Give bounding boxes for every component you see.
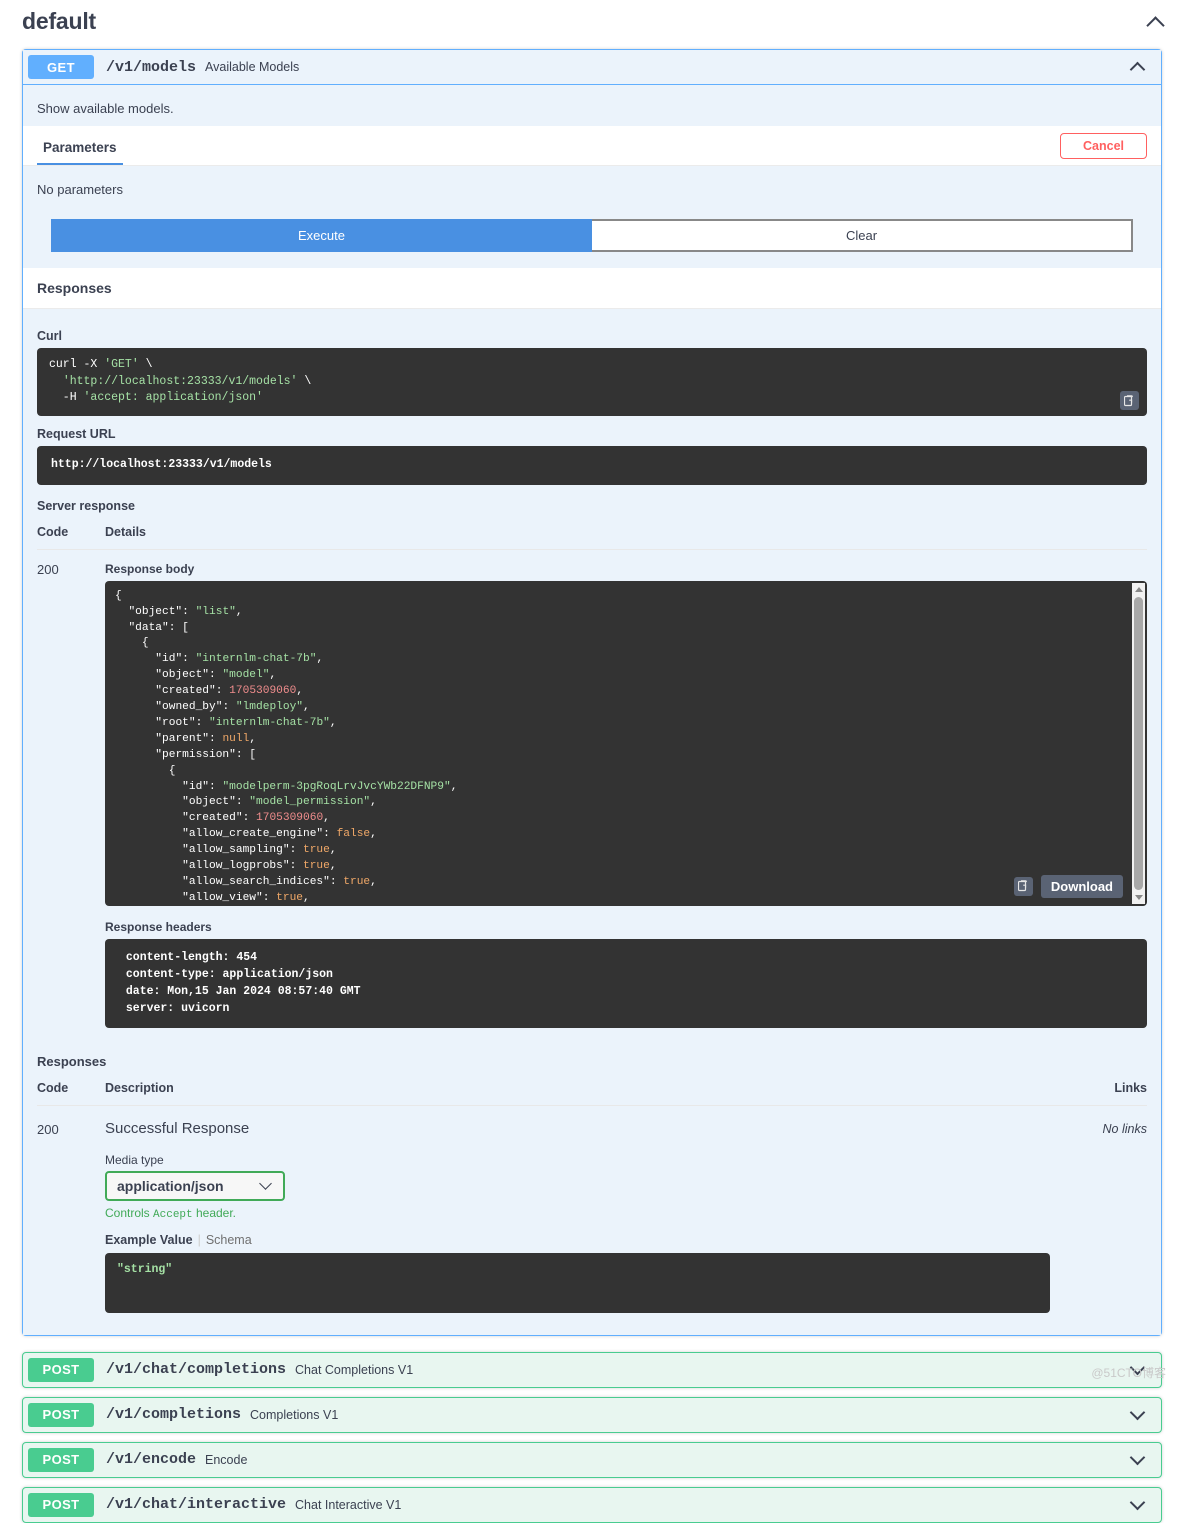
controls-accept-suffix: header. [192,1205,237,1220]
table-row: 200 Successful Response Media type appli… [37,1105,1147,1317]
media-type-label: Media type [105,1152,164,1167]
media-type-select[interactable]: application/json [105,1170,285,1201]
responses-heading-bar: Responses [23,268,1161,309]
request-url-label: Request URL [37,427,116,442]
chevron-down-icon[interactable] [1129,1495,1149,1515]
accept-header-code: Accept [153,1208,193,1221]
curl-line-1: curl -X 'GET' \ [49,358,153,371]
server-status-code: 200 [37,561,59,577]
parameters-tab-row: Parameters Cancel [23,126,1161,166]
response-headers-box: content-length: 454 content-type: applic… [105,938,1147,1028]
operation-summary-text: Chat Interactive V1 [295,1497,402,1512]
operation-summary-text: Encode [205,1452,248,1467]
media-type-value: application/json [117,1177,224,1194]
response-body-actions: Download [1013,874,1123,898]
column-header-code: Code [37,518,105,550]
documented-responses-table: Code Description Links 200 Successful Re… [37,1074,1147,1317]
clear-button[interactable]: Clear [592,219,1133,252]
cancel-button[interactable]: Cancel [1060,132,1147,159]
controls-accept-hint: Controls Accept header. [105,1206,1100,1221]
operation-summary-text: Chat Completions V1 [295,1362,414,1377]
operation-body: Show available models. Parameters Cancel… [23,85,1161,1335]
execute-clear-row: Execute Clear [23,219,1161,268]
table-row: 200 Response body { "object": "list", "d… [37,549,1147,1032]
no-links-text: No links [1102,1121,1147,1136]
operation-path: /v1/chat/completions [106,1361,287,1379]
controls-accept-prefix: Controls [105,1205,154,1220]
operation-block-post-3[interactable]: POST/v1/chat/interactive Chat Interactive… [22,1486,1162,1523]
tab-parameters[interactable]: Parameters [37,126,123,165]
example-schema-tabs: Example Value | Schema [105,1233,1100,1247]
tab-example-value[interactable]: Example Value [105,1233,193,1247]
operation-summary-text: Completions V1 [250,1407,339,1422]
copy-to-clipboard-icon[interactable] [1120,391,1139,411]
chevron-down-icon[interactable] [1129,1405,1149,1425]
tab-schema[interactable]: Schema [206,1233,252,1247]
curl-label: Curl [37,329,62,343]
page-title: default [22,8,96,34]
operation-summary[interactable]: GET /v1/models Available Models [23,50,1161,85]
copy-to-clipboard-icon[interactable] [1013,876,1033,896]
responses2-heading: Responses [37,1053,107,1069]
column-header-details: Details [105,518,1147,550]
chevron-down-icon[interactable] [1129,1360,1149,1380]
table-header-row: Code Details [37,518,1147,550]
download-button[interactable]: Download [1040,874,1123,898]
server-response-label: Server response [37,498,135,513]
scrollbar-thumb[interactable] [1134,596,1143,890]
operation-block-post-1[interactable]: POST/v1/completions Completions V1 [22,1396,1162,1433]
table-header-row: Code Description Links [37,1074,1147,1106]
curl-line-2: 'http://localhost:23333/v1/models' \ [62,374,312,388]
scroll-down-arrow-icon[interactable] [1132,891,1145,904]
response-headers-label: Response headers [105,919,212,934]
operation-path: /v1/models [106,58,197,76]
server-response-table: Code Details 200 Response body { "object… [37,518,1147,1032]
operation-block-post-2[interactable]: POST/v1/encode Encode [22,1441,1162,1478]
tag-header[interactable]: default [0,0,1184,49]
chevron-down-icon [259,1177,272,1191]
scroll-up-arrow-icon[interactable] [1132,583,1145,596]
response-body-box: { "object": "list", "data": [ { "id": "i… [105,580,1147,906]
response-body-scrollbar[interactable] [1132,582,1145,904]
http-method-badge: POST [28,1357,94,1382]
response-description-cell: Successful Response Media type applicati… [105,1105,1100,1317]
server-response-details: Response body { "object": "list", "data"… [105,549,1147,1032]
response-body-json: { "object": "list", "data": [ { "id": "i… [115,589,458,904]
response-links-cell: No links [1100,1105,1147,1317]
operation-block-post-0[interactable]: POST/v1/chat/completions Chat Completions… [22,1351,1162,1388]
operation-path: /v1/completions [106,1406,242,1424]
operation-description: Show available models. [37,101,174,116]
no-parameters-text: No parameters [23,166,1161,219]
response-description: Successful Response [105,1119,250,1137]
live-response-section: Curl curl -X 'GET' \ 'http://localhost:2… [23,309,1161,1036]
chevron-up-icon[interactable] [1129,57,1149,77]
operation-block-get-v1-models: GET /v1/models Available Models Show ava… [22,49,1162,1336]
chevron-down-icon[interactable] [1129,1450,1149,1470]
tab-divider: | [197,1232,201,1247]
documented-responses-section: Responses Code Description Links 200 Suc… [23,1054,1161,1317]
curl-command-block: curl -X 'GET' \ 'http://localhost:23333/… [37,348,1147,417]
column-header-code: Code [37,1074,105,1106]
http-method-badge: POST [28,1447,94,1472]
collapsed-operations-list: POST/v1/chat/completions Chat Completions… [0,1351,1184,1523]
operation-summary-text: Available Models [205,60,300,74]
column-header-description: Description [105,1074,1101,1106]
response-code: 200 [37,1121,59,1137]
http-method-badge: GET [28,55,94,79]
http-method-badge: POST [28,1402,94,1427]
http-method-badge: POST [28,1492,94,1517]
example-value-box: "string" [105,1252,1050,1313]
response-body-label: Response body [105,561,195,576]
execute-button[interactable]: Execute [51,219,592,252]
responses-wrapper: Responses Curl curl -X 'GET' \ 'http://l… [23,268,1161,1335]
column-header-links: Links [1100,1074,1147,1106]
tabs: Parameters [37,126,123,165]
chevron-up-icon[interactable] [1146,12,1166,32]
operation-path: /v1/chat/interactive [106,1496,287,1514]
request-url-block: http://localhost:23333/v1/models [37,446,1147,485]
operation-path: /v1/encode [106,1451,197,1469]
curl-line-3: -H 'accept: application/json' [49,391,263,405]
responses-heading: Responses [37,280,112,296]
